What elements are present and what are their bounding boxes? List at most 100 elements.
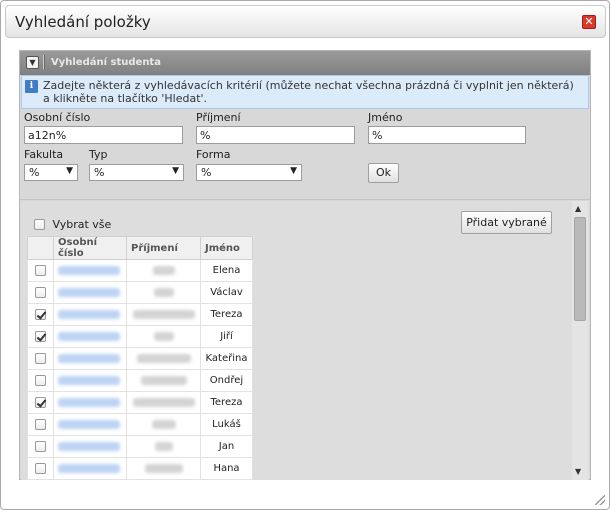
redacted-surname xyxy=(144,463,183,473)
collapse-icon[interactable]: ▼ xyxy=(26,56,39,69)
table-row[interactable]: Jiří xyxy=(27,325,253,348)
typ-select-value: % xyxy=(94,166,105,179)
table-row[interactable]: Lukáš xyxy=(27,413,253,436)
osobni-cislo-cell[interactable] xyxy=(53,369,127,392)
redacted-id-link[interactable] xyxy=(58,419,120,429)
prijmeni-label: Příjmení xyxy=(196,111,241,124)
table-row[interactable]: Hana xyxy=(27,457,253,480)
row-checkbox-cell xyxy=(27,325,54,348)
osobni-cislo-cell[interactable] xyxy=(53,457,127,480)
osobni-cislo-cell[interactable] xyxy=(53,391,127,414)
select-all-checkbox[interactable] xyxy=(34,218,45,230)
redacted-id-link[interactable] xyxy=(58,375,120,385)
table-row[interactable]: Elena xyxy=(27,259,253,282)
panel-title: Vyhledání studenta xyxy=(51,57,161,68)
redacted-surname xyxy=(152,265,175,275)
student-search-panel: ▼ Vyhledání studenta i Zadejte některá z… xyxy=(19,50,591,480)
fakulta-select[interactable]: % ▼ xyxy=(24,164,78,181)
forma-select[interactable]: % ▼ xyxy=(196,164,302,181)
info-icon: i xyxy=(25,80,38,93)
redacted-surname xyxy=(151,419,176,429)
osobni-cislo-cell[interactable] xyxy=(53,303,127,326)
redacted-id-link[interactable] xyxy=(58,441,120,451)
table-row[interactable]: Tereza xyxy=(27,303,253,326)
prijmeni-cell xyxy=(126,457,201,480)
scroll-down-icon[interactable]: ▼ xyxy=(575,467,581,476)
osobni-cislo-cell[interactable] xyxy=(53,435,127,458)
close-icon[interactable]: ✕ xyxy=(582,15,596,29)
chevron-down-icon: ▼ xyxy=(290,166,297,176)
redacted-id-link[interactable] xyxy=(58,353,120,363)
table-row[interactable]: Ondřej xyxy=(27,369,253,392)
jmeno-input[interactable] xyxy=(368,126,526,144)
row-checkbox[interactable] xyxy=(35,374,46,386)
scroll-up-icon[interactable]: ▲ xyxy=(575,204,581,213)
prijmeni-cell xyxy=(126,391,201,414)
table-row[interactable]: Václav xyxy=(27,281,253,304)
prijmeni-cell xyxy=(126,369,201,392)
scroll-thumb[interactable] xyxy=(574,217,586,321)
table-row[interactable]: Kateřina xyxy=(27,347,253,370)
osobni-cislo-cell[interactable] xyxy=(53,325,127,348)
info-text: Zadejte některá z vyhledávacích kritérií… xyxy=(43,79,574,105)
row-checkbox[interactable] xyxy=(35,330,46,342)
table-row[interactable]: Vladimír xyxy=(27,479,253,480)
osobni-cislo-cell[interactable] xyxy=(53,281,127,304)
ok-button[interactable]: Ok xyxy=(368,163,399,183)
dialog-titlebar[interactable]: Vyhledání položky ✕ xyxy=(5,5,606,38)
prijmeni-input[interactable] xyxy=(196,126,355,144)
row-checkbox[interactable] xyxy=(35,440,46,452)
results-scrollbar[interactable]: ▲ ▼ xyxy=(572,201,588,480)
redacted-id-link[interactable] xyxy=(58,331,120,341)
jmeno-cell: Václav xyxy=(200,281,253,304)
redacted-id-link[interactable] xyxy=(58,287,120,297)
column-header-jmeno[interactable]: Jméno xyxy=(200,236,253,260)
redacted-surname xyxy=(153,287,174,297)
prijmeni-cell xyxy=(126,435,201,458)
jmeno-cell: Hana xyxy=(200,457,253,480)
row-checkbox-cell xyxy=(27,413,54,436)
prijmeni-cell xyxy=(126,325,201,348)
column-header-osobni-cislo[interactable]: Osobní číslo xyxy=(53,236,127,260)
row-checkbox[interactable] xyxy=(35,352,46,364)
row-checkbox-cell xyxy=(27,281,54,304)
row-checkbox-cell xyxy=(27,391,54,414)
osobni-cislo-cell[interactable] xyxy=(53,413,127,436)
osobni-cislo-cell[interactable] xyxy=(53,259,127,282)
row-checkbox-cell xyxy=(27,457,54,480)
row-checkbox[interactable] xyxy=(35,418,46,430)
row-checkbox[interactable] xyxy=(35,462,46,474)
prijmeni-cell xyxy=(126,479,201,480)
prijmeni-cell xyxy=(126,303,201,326)
results-table: Osobní číslo Příjmení Jméno Elena Václav T… xyxy=(27,236,253,480)
row-checkbox[interactable] xyxy=(35,308,46,320)
jmeno-cell: Kateřina xyxy=(200,347,253,370)
add-selected-button[interactable]: Přidat vybrané xyxy=(461,211,552,234)
table-row[interactable]: Jan xyxy=(27,435,253,458)
filter-form: Osobní číslo Příjmení Jméno Fakulta % ▼ … xyxy=(21,109,589,201)
jmeno-cell: Tereza xyxy=(200,303,253,326)
prijmeni-cell xyxy=(126,281,201,304)
row-checkbox[interactable] xyxy=(35,396,46,408)
jmeno-cell: Vladimír xyxy=(200,479,253,480)
osobni-cislo-cell[interactable] xyxy=(53,347,127,370)
row-checkbox[interactable] xyxy=(35,264,46,276)
osobni-cislo-cell[interactable] xyxy=(53,479,127,480)
dialog-title: Vyhledání položky xyxy=(15,13,151,31)
jmeno-cell: Lukáš xyxy=(200,413,253,436)
table-row[interactable]: Tereza xyxy=(27,391,253,414)
redacted-surname xyxy=(154,441,173,451)
row-checkbox[interactable] xyxy=(35,286,46,298)
osobni-cislo-label: Osobní číslo xyxy=(24,111,91,124)
select-all[interactable]: Vybrat vše xyxy=(34,217,111,231)
osobni-cislo-input[interactable] xyxy=(24,126,183,144)
forma-label: Forma xyxy=(196,148,231,161)
row-checkbox-cell xyxy=(27,369,54,392)
resize-handle-icon[interactable] xyxy=(595,495,605,505)
typ-select[interactable]: % ▼ xyxy=(89,164,184,181)
redacted-id-link[interactable] xyxy=(58,397,120,407)
column-header-prijmeni[interactable]: Příjmení xyxy=(126,236,201,260)
redacted-id-link[interactable] xyxy=(58,463,120,473)
redacted-id-link[interactable] xyxy=(58,309,120,319)
redacted-id-link[interactable] xyxy=(58,265,120,275)
